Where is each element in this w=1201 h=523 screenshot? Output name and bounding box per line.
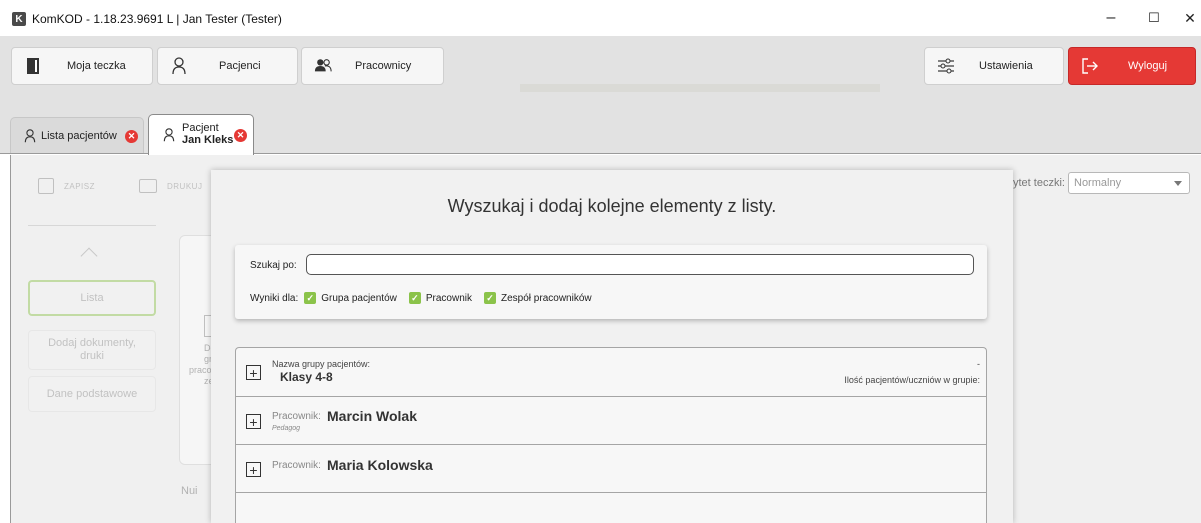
employees-button[interactable]: Pracownicy bbox=[301, 47, 444, 85]
logout-arrow-icon bbox=[1081, 57, 1099, 75]
results-for-label: Wyniki dla: bbox=[250, 292, 299, 304]
save-label: ZAPISZ bbox=[64, 181, 96, 191]
chevron-down-icon bbox=[1174, 181, 1182, 186]
group-name-label: Nazwa grupy pacjentów: bbox=[272, 359, 371, 369]
maximize-button[interactable]: ☐ bbox=[1136, 6, 1172, 30]
logout-label: Wyloguj bbox=[1128, 60, 1168, 72]
employees-label: Pracownicy bbox=[355, 60, 412, 72]
filter-patient-group[interactable]: ✓ Grupa pacjentów bbox=[304, 292, 397, 304]
save-button[interactable]: ZAPISZ bbox=[38, 173, 95, 199]
settings-button[interactable]: Ustawienia bbox=[924, 47, 1064, 85]
tab-bar: Lista pacjentów ✕ Pacjent Jan Kleks ✕ bbox=[0, 100, 1201, 155]
my-folder-label: Moja teczka bbox=[67, 60, 126, 72]
search-label: Szukaj po: bbox=[250, 260, 297, 271]
sidebar-item-add-documents[interactable]: Dodaj dokumenty, druki bbox=[28, 330, 156, 370]
patients-label: Pacjenci bbox=[219, 60, 261, 72]
filter-employee-team[interactable]: ✓ Zespół pracowników bbox=[484, 292, 592, 304]
person-icon bbox=[23, 129, 37, 143]
logout-button[interactable]: Wyloguj bbox=[1068, 47, 1196, 85]
filter-label: Grupa pacjentów bbox=[321, 292, 397, 304]
sidebar-item-lista[interactable]: Lista bbox=[28, 280, 156, 316]
minimize-button[interactable]: – bbox=[1093, 6, 1129, 30]
priority-value: Normalny bbox=[1074, 177, 1122, 189]
priority-label: ytet teczki: bbox=[1013, 177, 1065, 189]
group-count-value: - bbox=[977, 359, 980, 369]
filter-label: Pracownik bbox=[425, 292, 473, 304]
number-field[interactable]: Nui bbox=[181, 485, 198, 497]
list-item[interactable]: + Pracownik: Marcin Wolak Pedagog bbox=[236, 397, 986, 445]
filter-label: Zespół pracowników bbox=[501, 292, 592, 304]
expand-plus-icon[interactable]: + bbox=[246, 365, 261, 380]
tab-patient-detail[interactable]: Pacjent Jan Kleks ✕ bbox=[148, 114, 254, 155]
close-window-button[interactable]: ✕ bbox=[1172, 6, 1201, 30]
group-count-label: Ilość pacjentów/uczniów w grupie: bbox=[844, 375, 980, 385]
employee-name: Marcin Wolak bbox=[327, 408, 417, 424]
employee-prefix: Pracownik: bbox=[272, 411, 321, 422]
tab-patient-label: Pacjent bbox=[182, 122, 219, 134]
checkbox-checked-icon[interactable]: ✓ bbox=[484, 292, 497, 304]
app-logo-icon: K bbox=[12, 12, 26, 26]
main-navbar: Moja teczka Pacjenci Pracownicy Ustawien… bbox=[0, 36, 1201, 100]
print-label: DRUKUJ bbox=[167, 181, 203, 191]
nav-decor-strip bbox=[520, 84, 880, 92]
checkbox-checked-icon[interactable]: ✓ bbox=[304, 292, 317, 304]
priority-select[interactable]: Normalny bbox=[1068, 172, 1190, 194]
results-list: + Nazwa grupy pacjentów: Klasy 4-8 - Ilo… bbox=[235, 347, 987, 523]
sidebar-item-basic-data[interactable]: Dane podstawowe bbox=[28, 376, 156, 412]
list-item[interactable]: + Pracownik: Maria Kolowska bbox=[236, 445, 986, 493]
sliders-icon bbox=[937, 57, 955, 75]
list-item[interactable]: + Nazwa grupy pacjentów: Klasy 4-8 - Ilo… bbox=[236, 348, 986, 397]
search-add-modal: Wyszukaj i dodaj kolejne elementy z list… bbox=[211, 170, 1013, 523]
floppy-icon bbox=[38, 178, 54, 194]
employee-prefix: Pracownik: bbox=[272, 460, 321, 471]
expand-plus-icon[interactable]: + bbox=[246, 462, 261, 477]
tab-patient-list[interactable]: Lista pacjentów ✕ bbox=[10, 117, 144, 153]
people-icon bbox=[314, 57, 332, 75]
settings-label: Ustawienia bbox=[979, 60, 1033, 72]
search-input[interactable] bbox=[306, 254, 974, 275]
modal-title: Wyszukaj i dodaj kolejne elementy z list… bbox=[447, 196, 777, 216]
print-button[interactable]: DRUKUJ bbox=[139, 173, 202, 199]
window-titlebar: K KomKOD - 1.18.23.9691 L | Jan Tester (… bbox=[0, 0, 1201, 36]
close-tab-icon[interactable]: ✕ bbox=[234, 129, 247, 142]
search-card: Szukaj po: Wyniki dla: ✓ Grupa pacjentów… bbox=[235, 245, 987, 319]
window-title: KomKOD - 1.18.23.9691 L | Jan Tester (Te… bbox=[32, 12, 282, 26]
checkbox-checked-icon[interactable]: ✓ bbox=[408, 292, 421, 304]
printer-icon bbox=[139, 179, 157, 193]
my-folder-button[interactable]: Moja teczka bbox=[11, 47, 153, 85]
close-tab-icon[interactable]: ✕ bbox=[125, 130, 138, 143]
group-name: Klasy 4-8 bbox=[280, 370, 333, 384]
employee-name: Maria Kolowska bbox=[327, 457, 433, 473]
filter-employee[interactable]: ✓ Pracownik bbox=[408, 292, 473, 304]
employee-role: Pedagog bbox=[272, 425, 301, 432]
results-filter-row: Wyniki dla: ✓ Grupa pacjentów ✓ Pracowni… bbox=[250, 292, 604, 304]
tab-patient-name: Jan Kleks bbox=[182, 134, 234, 146]
person-icon bbox=[170, 57, 188, 75]
person-icon bbox=[162, 128, 176, 142]
chevron-up-icon[interactable] bbox=[80, 247, 98, 265]
tab-patient-list-label: Lista pacjentów bbox=[41, 130, 117, 142]
expand-plus-icon[interactable]: + bbox=[246, 414, 261, 429]
folder-book-icon bbox=[24, 57, 42, 75]
patients-button[interactable]: Pacjenci bbox=[157, 47, 298, 85]
